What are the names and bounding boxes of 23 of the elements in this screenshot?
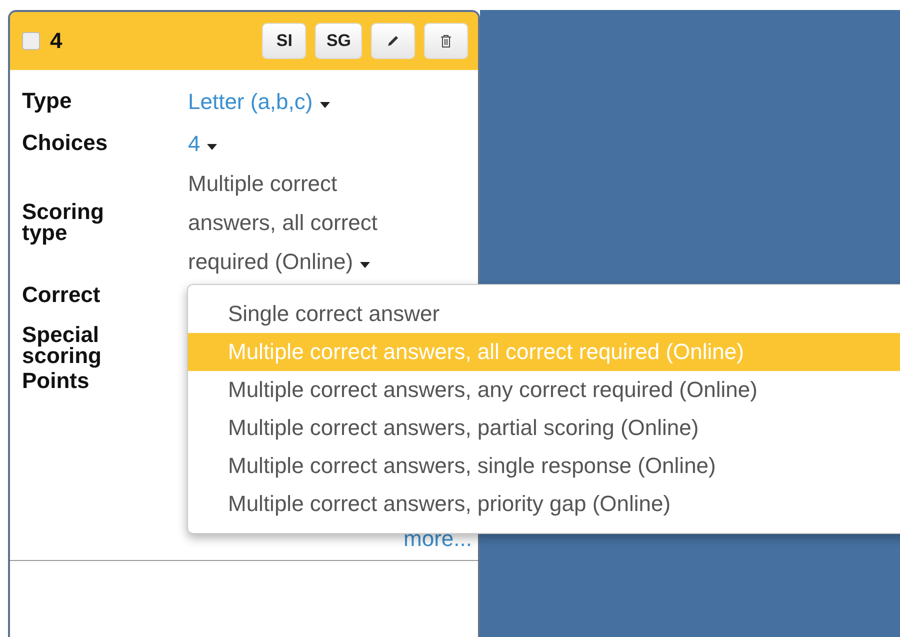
toolbar-button[interactable]: SI [262, 23, 306, 59]
pencil-icon [386, 34, 400, 48]
toolbar-button[interactable]: SG [315, 23, 362, 59]
edit-button[interactable] [371, 23, 415, 59]
field-label: Type [22, 90, 73, 112]
dropdown-link[interactable]: Multiple correct answers, all correct required (Online) [188, 164, 410, 281]
field-label: Choices [22, 132, 109, 154]
menu-option[interactable]: Multiple correct answers, priority gap (Online) [188, 485, 900, 523]
question-number: 4 [50, 28, 62, 54]
menu-option[interactable]: Single correct answer [188, 295, 900, 333]
delete-button[interactable] [424, 23, 468, 59]
trash-icon [440, 34, 452, 48]
field-label: Points [22, 370, 90, 392]
caret-icon [206, 142, 218, 150]
checkbox[interactable] [22, 32, 40, 50]
field-label: Correct [22, 285, 102, 306]
menu-option[interactable]: Multiple correct answers, any correct required (Online) [188, 371, 900, 409]
menu-option[interactable]: Multiple correct answers, partial scoring (Online) [188, 409, 900, 447]
caret-icon [359, 261, 372, 269]
field-label: Scoring type [22, 202, 105, 244]
field-label: Special scoring [22, 325, 102, 367]
menu-option[interactable]: Multiple correct answers, single response (Online) [188, 447, 900, 485]
caret-icon [318, 100, 331, 108]
